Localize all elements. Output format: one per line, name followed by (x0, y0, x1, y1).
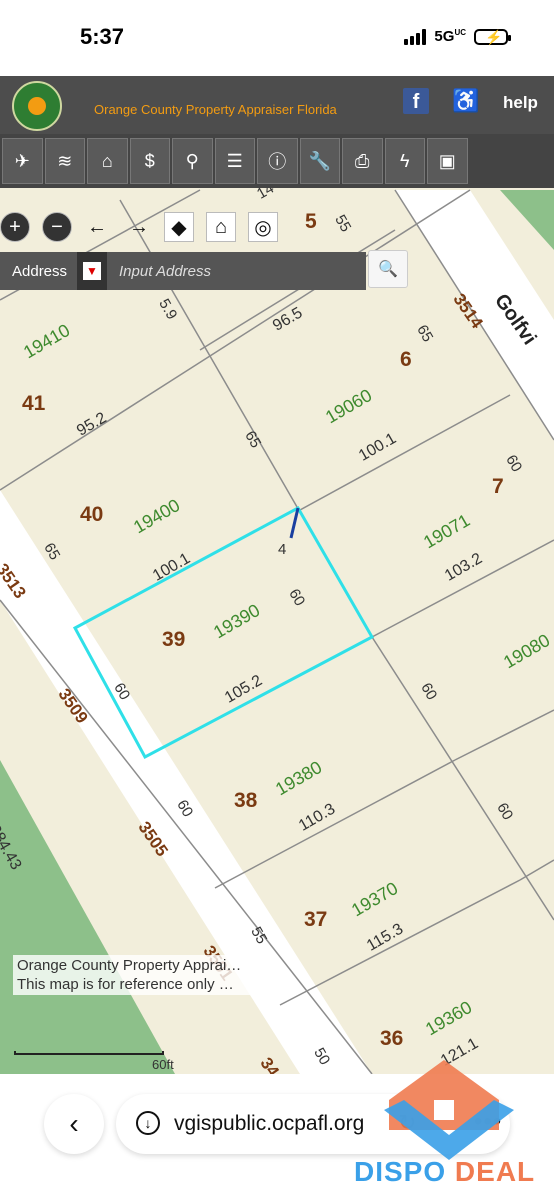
parcel-map[interactable]: 41 19410 95.2 40 19400 100.1 39 19390 105.2 38 193… (0, 188, 554, 1074)
print-icon[interactable]: ⎙ (342, 138, 383, 184)
battery-icon: ⚡ (474, 28, 511, 45)
lot-number: 5 (305, 210, 317, 233)
zoom-in-button[interactable]: + (0, 212, 30, 242)
watermark-text: DISPO DEAL (354, 1156, 536, 1187)
locate-button[interactable]: ◎ (248, 212, 278, 242)
wrench-icon[interactable]: 🔧 (299, 138, 340, 184)
dollar-icon[interactable]: $ (129, 138, 170, 184)
map-toolbar: ✈ ≋ ⌂ $ ⚲ ☰ ⓘ 🔧 ⎙ ϟ ▣ (0, 134, 554, 188)
lot-number: 37 (304, 908, 328, 931)
download-icon[interactable]: ↓ (136, 1111, 160, 1135)
lot-number: 38 (234, 789, 258, 812)
scale-label: 60ft (152, 1057, 174, 1072)
home-extent-button[interactable]: ⌂ (206, 212, 236, 242)
lot-number: 39 (162, 628, 186, 651)
eraser-button[interactable]: ◆ (164, 212, 194, 242)
ocpa-logo[interactable] (12, 81, 62, 131)
layers-icon[interactable]: ≋ (44, 138, 85, 184)
address-search-bar: Address ▼ (0, 252, 366, 290)
forward-arrow-button[interactable]: → (124, 212, 154, 242)
address-input[interactable] (107, 261, 361, 281)
help-link[interactable]: help (503, 93, 538, 113)
accessibility-icon[interactable]: ♿ (452, 88, 479, 114)
lot-number: 40 (80, 503, 104, 526)
url-text: vgispublic.ocpafl.org (174, 1112, 365, 1135)
search-type-label: Address (12, 262, 68, 280)
disclaimer-line-2: This map is for reference only … (17, 976, 234, 993)
lot-number: 6 (400, 348, 412, 371)
status-icons: 5GUC ⚡ (404, 28, 511, 45)
search-type-dropdown[interactable]: ▼ (77, 252, 107, 290)
network-type: 5GUC (434, 28, 466, 45)
info-icon[interactable]: ⓘ (257, 138, 298, 184)
browser-back-button[interactable]: ‹ (44, 1094, 104, 1154)
image-icon[interactable]: ▣ (427, 138, 468, 184)
signal-icon (404, 28, 427, 45)
lot-number: 7 (492, 475, 504, 498)
lot-number: 41 (22, 392, 46, 415)
bolt-icon[interactable]: ϟ (384, 138, 425, 184)
map-disclaimer: Orange County Property Apprai… This map … (13, 955, 258, 995)
home-icon[interactable]: ⌂ (87, 138, 128, 184)
scale-bar (14, 1051, 164, 1055)
clock: 5:37 (80, 24, 125, 49)
zoom-out-button[interactable]: − (42, 212, 72, 242)
status-bar: 5:37 5GUC ⚡ (0, 0, 554, 76)
app-header: Orange County Property Appraiser Florida… (0, 76, 554, 134)
list-icon[interactable]: ☰ (214, 138, 255, 184)
facebook-icon[interactable]: f (403, 88, 429, 114)
search-button[interactable]: 🔍 (368, 250, 408, 288)
app-title: Orange County Property Appraiser Florida (94, 102, 337, 117)
park-area-ne (500, 190, 554, 250)
back-arrow-button[interactable]: ← (82, 212, 112, 242)
airplane-icon[interactable]: ✈ (2, 138, 43, 184)
disclaimer-line-1: Orange County Property Apprai… (17, 957, 242, 974)
chevron-down-icon: ▼ (83, 262, 101, 280)
frontage-dimension: 4 (278, 541, 287, 558)
search-icon[interactable]: ⚲ (172, 138, 213, 184)
